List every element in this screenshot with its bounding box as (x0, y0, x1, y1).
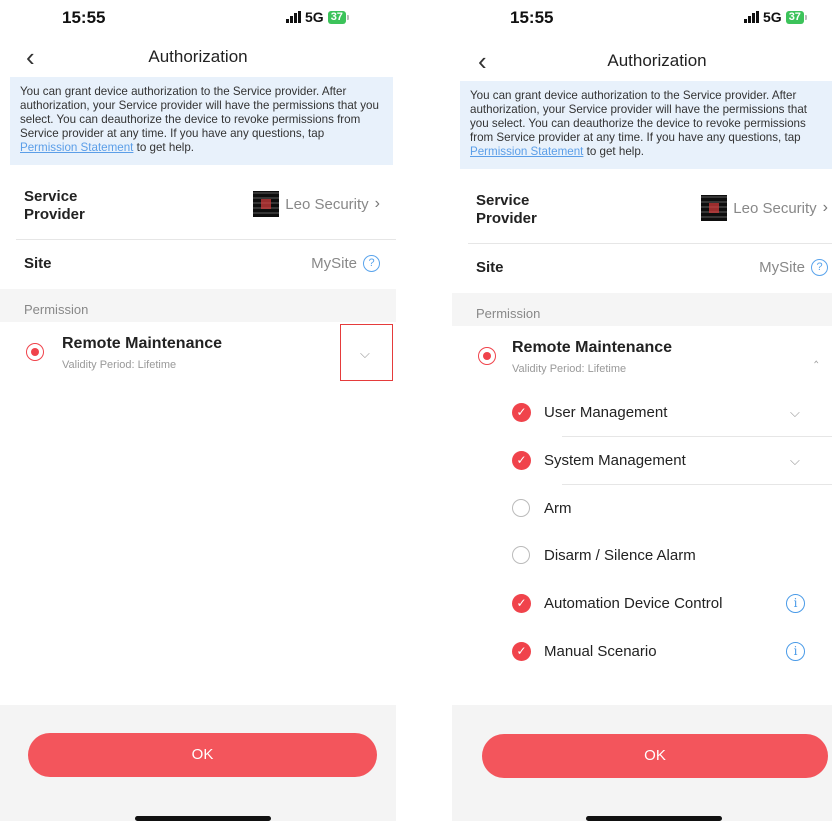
network-label: 5G (305, 9, 324, 25)
sub-permission-label: Manual Scenario (544, 643, 657, 660)
check-circle-icon[interactable]: ✓ (512, 451, 531, 470)
page-title: Authorization (148, 47, 248, 66)
question-circle-icon[interactable]: ? (811, 259, 828, 276)
status-indicators: 5G 37 (286, 9, 349, 25)
status-bar: 15:55 5G 37 (452, 0, 832, 40)
service-provider-label: Service Provider (476, 192, 537, 227)
bottom-bar: OK (452, 705, 832, 821)
chevron-down-icon[interactable]: ⌵ (790, 405, 800, 421)
nav-bar: ‹ Authorization (0, 40, 396, 76)
authorization-notice: You can grant device authorization to th… (460, 81, 832, 169)
permission-section-header: Permission (0, 289, 396, 322)
sub-permission-manual-scenario[interactable]: ✓ Manual Scenario i (452, 627, 832, 675)
phone-screen-left: 15:55 5G 37 ‹ Authorization You can gran… (0, 0, 396, 821)
site-value: MySite ? (311, 255, 380, 272)
permission-section-title: Permission (476, 306, 541, 321)
status-indicators: 5G 37 (744, 9, 807, 25)
status-bar: 15:55 5G 37 (0, 0, 396, 40)
service-provider-name: Leo Security (285, 195, 369, 213)
info-circle-icon[interactable]: i (786, 594, 805, 613)
sub-permission-disarm-silence-alarm[interactable]: Disarm / Silence Alarm (452, 531, 832, 579)
service-provider-value: Leo Security › (701, 195, 828, 221)
check-circle-icon[interactable]: ✓ (512, 403, 531, 422)
site-name: MySite (311, 255, 357, 272)
home-indicator (586, 816, 722, 821)
notice-text: You can grant device authorization to th… (20, 85, 379, 140)
permission-title: Remote Maintenance (62, 335, 223, 352)
home-indicator (135, 816, 271, 821)
sub-permission-arm[interactable]: Arm (452, 484, 832, 532)
ok-button[interactable]: OK (482, 734, 828, 778)
permission-section-title: Permission (24, 302, 89, 317)
notice-text-end: to get help. (133, 141, 195, 154)
battery-level: 37 (785, 10, 804, 24)
radio-selected-icon[interactable] (26, 343, 44, 361)
chevron-right-icon: › (374, 195, 380, 212)
validity-period: Validity Period: Lifetime (62, 359, 177, 371)
check-circle-icon[interactable]: ✓ (512, 594, 531, 613)
service-provider-row[interactable]: Service Provider Leo Security › (452, 182, 832, 242)
provider-qr-logo-icon (701, 195, 728, 221)
site-value: MySite ? (759, 259, 828, 276)
sub-permission-user-management[interactable]: ✓ User Management ⌵ (452, 388, 832, 436)
chevron-right-icon: › (822, 199, 828, 216)
permission-section-header: Permission (452, 293, 832, 326)
status-time: 15:55 (62, 8, 106, 27)
unchecked-circle-icon[interactable] (512, 499, 530, 517)
status-time: 15:55 (510, 8, 554, 27)
authorization-notice: You can grant device authorization to th… (10, 77, 393, 165)
permission-title: Remote Maintenance (512, 339, 673, 356)
page-title: Authorization (607, 51, 707, 70)
service-provider-label: Service Provider (24, 188, 85, 223)
highlight-box (340, 324, 393, 381)
ok-button[interactable]: OK (28, 733, 377, 777)
provider-qr-logo-icon (253, 191, 280, 217)
battery-level: 37 (327, 10, 346, 24)
sub-permission-system-management[interactable]: ✓ System Management ⌵ (452, 436, 832, 484)
site-row: Site MySite ? (0, 240, 396, 288)
notice-text-end: to get help. (583, 145, 645, 158)
service-provider-row[interactable]: Service Provider Leo Security › (0, 178, 396, 238)
network-label: 5G (763, 9, 782, 25)
bottom-bar: OK (0, 705, 396, 821)
service-provider-name: Leo Security (733, 199, 817, 217)
check-circle-icon[interactable]: ✓ (512, 642, 531, 661)
remote-maintenance-row[interactable]: Remote Maintenance Validity Period: Life… (452, 326, 832, 388)
site-row: Site MySite ? (452, 244, 832, 292)
signal-icon (744, 11, 759, 23)
permission-statement-link[interactable]: Permission Statement (20, 141, 133, 154)
unchecked-circle-icon[interactable] (512, 546, 530, 564)
site-name: MySite (759, 259, 805, 276)
sub-permission-label: Disarm / Silence Alarm (544, 547, 696, 564)
battery-icon: 37 (327, 10, 349, 24)
permission-statement-link[interactable]: Permission Statement (470, 145, 583, 158)
sub-permission-label: Automation Device Control (544, 595, 723, 612)
signal-icon (286, 11, 301, 23)
phone-screen-right: 15:55 5G 37 ‹ Authorization You can gran… (452, 0, 832, 821)
service-provider-value: Leo Security › (253, 191, 380, 217)
battery-icon: 37 (785, 10, 807, 24)
sub-permission-label: User Management (544, 404, 668, 421)
chevron-up-icon[interactable]: ‸ (814, 348, 818, 364)
notice-text: You can grant device authorization to th… (470, 89, 808, 144)
sub-permission-label: System Management (544, 452, 686, 469)
remote-maintenance-row[interactable]: Remote Maintenance Validity Period: Life… (0, 322, 396, 384)
site-label: Site (476, 259, 504, 276)
validity-period: Validity Period: Lifetime (512, 363, 627, 375)
radio-selected-icon[interactable] (478, 347, 496, 365)
sub-permission-automation-device-control[interactable]: ✓ Automation Device Control i (452, 579, 832, 627)
site-label: Site (24, 255, 52, 272)
question-circle-icon[interactable]: ? (363, 255, 380, 272)
nav-bar: ‹ Authorization (452, 44, 832, 80)
chevron-down-icon[interactable]: ⌵ (790, 453, 800, 469)
sub-permission-label: Arm (544, 500, 572, 517)
info-circle-icon[interactable]: i (786, 642, 805, 661)
